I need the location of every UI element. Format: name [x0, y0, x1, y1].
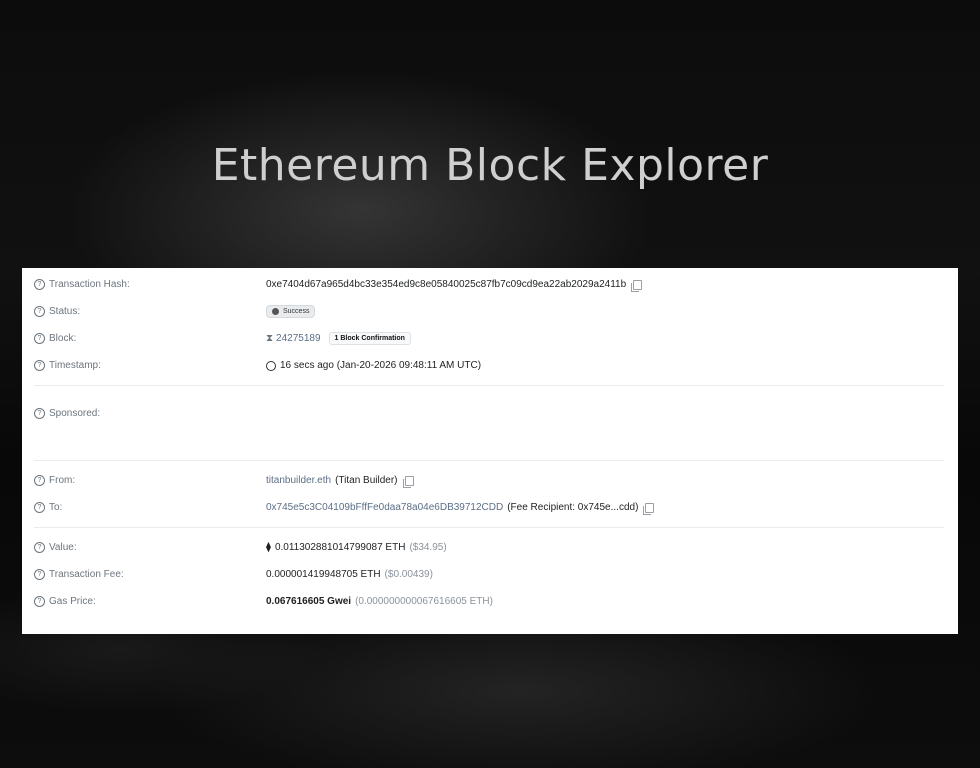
row-status: ? Status: Success	[34, 298, 944, 325]
copy-icon[interactable]	[631, 279, 643, 292]
timestamp-value: 16 secs ago (Jan-20-2026 09:48:11 AM UTC…	[280, 360, 482, 371]
label-from: From:	[49, 475, 76, 486]
row-timestamp: ? Timestamp: 16 secs ago (Jan-20-2026 09:…	[34, 352, 944, 379]
label-tx-hash: Transaction Hash:	[49, 279, 130, 290]
status-badge: Success	[266, 305, 316, 318]
block-number-link[interactable]: 24275189	[276, 333, 321, 344]
clock-icon	[266, 360, 276, 371]
confirmation-badge: 1 Block Confirmation	[328, 332, 411, 345]
question-circle-icon: ?	[34, 279, 45, 290]
label-sponsored: Sponsored:	[49, 408, 101, 419]
divider	[34, 385, 944, 386]
label-fee: Transaction Fee:	[49, 569, 124, 580]
label-to: To:	[49, 502, 63, 513]
page-headline: Ethereum Block Explorer	[211, 140, 769, 191]
question-circle-icon: ?	[34, 502, 45, 513]
row-from: ? From: titanbuilder.eth (Titan Builder)	[34, 467, 944, 494]
row-to: ? To: 0x745e5c3C04109bFffFe0daa78a04e6DB3…	[34, 494, 944, 521]
ethereum-icon: ⧫	[266, 542, 271, 553]
label-value: Value:	[49, 542, 77, 553]
fee-amount: 0.000001419948705 ETH	[266, 569, 381, 580]
question-circle-icon: ?	[34, 475, 45, 486]
row-value: ? Value: ⧫ 0.011302881014799087 ETH ($34.95…	[34, 534, 944, 561]
status-text: Success	[283, 308, 310, 315]
gas-price-value: 0.067616605 Gwei	[266, 596, 352, 607]
copy-icon[interactable]	[643, 502, 655, 515]
row-tx-hash: ? Transaction Hash: 0xe7404d67a965d4bc33e…	[34, 271, 944, 298]
question-circle-icon: ?	[34, 596, 45, 607]
question-circle-icon: ?	[34, 569, 45, 580]
value-amount: 0.011302881014799087 ETH	[274, 542, 406, 553]
to-note: (Fee Recipient: 0x745e...cdd)	[507, 502, 639, 513]
fee-usd: ($0.00439)	[384, 569, 433, 580]
check-circle-icon	[272, 308, 279, 315]
question-circle-icon: ?	[34, 408, 45, 419]
question-circle-icon: ?	[34, 542, 45, 553]
tx-hash-value: 0xe7404d67a965d4bc33e354ed9c8e05840025c8…	[266, 279, 627, 290]
question-circle-icon: ?	[34, 333, 45, 344]
divider	[34, 460, 944, 461]
value-usd: ($34.95)	[409, 542, 447, 553]
label-status: Status:	[49, 306, 81, 317]
row-fee: ? Transaction Fee: 0.000001419948705 ETH(…	[34, 561, 944, 588]
gas-price-eth: (0.000000000067616605 ETH)	[355, 596, 493, 607]
divider	[34, 527, 944, 528]
row-gas-price: ? Gas Price: 0.067616605 Gwei (0.000000000…	[34, 588, 944, 615]
row-block: ? Block: ⧗ 24275189 1 Block Confirmation	[34, 325, 944, 352]
hourglass-icon: ⧗	[266, 333, 274, 344]
transaction-details-panel: ? Transaction Hash: 0xe7404d67a965d4bc33e…	[22, 268, 958, 634]
from-name: (Titan Builder)	[335, 475, 398, 486]
from-address-link[interactable]: titanbuilder.eth	[266, 475, 331, 486]
label-gas-price: Gas Price:	[49, 596, 96, 607]
question-circle-icon: ?	[34, 306, 45, 317]
label-block: Block:	[49, 333, 77, 344]
to-address-link[interactable]: 0x745e5c3C04109bFffFe0daa78a04e6DB39712C…	[266, 502, 503, 513]
question-circle-icon: ?	[34, 360, 45, 371]
row-sponsored: ? Sponsored:	[34, 392, 944, 454]
copy-icon[interactable]	[402, 475, 414, 488]
label-timestamp: Timestamp:	[49, 360, 101, 371]
